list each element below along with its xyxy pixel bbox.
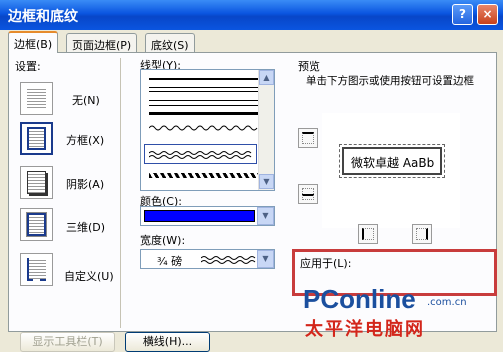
preview-hint: 单击下方图示或使用按钮可设置边框 bbox=[306, 75, 474, 87]
line-style-option[interactable] bbox=[149, 100, 259, 106]
setting-none-label: 无(N) bbox=[72, 94, 100, 107]
window-title: 边框和底纹 bbox=[8, 9, 78, 25]
line-style-scrollbar[interactable]: ▲ ▼ bbox=[258, 70, 274, 190]
preview-area[interactable]: 微软卓越 AaBb bbox=[322, 113, 460, 228]
title-bar: 边框和底纹 ? × bbox=[0, 0, 503, 30]
custom-icon bbox=[27, 258, 46, 281]
line-style-option[interactable] bbox=[149, 124, 259, 132]
tab-label: 底纹(S) bbox=[151, 39, 189, 52]
line-style-option-selected[interactable] bbox=[144, 144, 257, 164]
inner-horizontal-border-button[interactable] bbox=[298, 184, 318, 204]
close-button[interactable]: × bbox=[477, 4, 498, 25]
double-wavy-line bbox=[149, 151, 252, 159]
tab-shading[interactable]: 底纹(S) bbox=[145, 33, 195, 53]
preview-sample-text: 微软卓越 AaBb bbox=[351, 156, 435, 170]
logo-chinese: 太平洋电脑网 bbox=[305, 319, 425, 340]
pconline-logo: PConline .com.cn 太平洋电脑网 bbox=[303, 284, 488, 342]
top-border-button[interactable] bbox=[298, 128, 318, 148]
settings-heading: 设置: bbox=[15, 60, 41, 73]
chevron-down-icon[interactable]: ▼ bbox=[257, 250, 274, 268]
preview-frame: 微软卓越 AaBb bbox=[339, 144, 445, 178]
setting-shadow-label: 阴影(A) bbox=[66, 178, 105, 191]
preview-heading: 预览 bbox=[298, 60, 320, 73]
logo-domain: .com.cn bbox=[427, 297, 467, 308]
setting-custom-button[interactable] bbox=[20, 253, 53, 286]
line-style-option[interactable] bbox=[149, 112, 259, 115]
scroll-up-arrow-icon[interactable]: ▲ bbox=[259, 70, 274, 85]
setting-shadow-button[interactable] bbox=[20, 166, 53, 199]
scroll-down-arrow-icon[interactable]: ▼ bbox=[259, 174, 274, 189]
width-select[interactable]: ¾ 磅 ▼ bbox=[140, 249, 275, 269]
help-button[interactable]: ? bbox=[452, 4, 473, 25]
setting-box-button[interactable] bbox=[20, 122, 53, 155]
apply-to-label: 应用于(L): bbox=[300, 257, 352, 270]
tab-borders[interactable]: 边框(B) bbox=[8, 31, 59, 53]
line-style-option[interactable] bbox=[149, 173, 259, 178]
left-border-button[interactable] bbox=[358, 224, 378, 244]
none-icon bbox=[27, 87, 46, 110]
top-border-icon bbox=[302, 132, 314, 144]
tab-label: 边框(B) bbox=[14, 38, 53, 51]
color-select[interactable]: ▼ bbox=[140, 206, 275, 226]
line-style-option[interactable] bbox=[149, 87, 259, 92]
chevron-down-icon[interactable]: ▼ bbox=[257, 207, 274, 225]
line-style-option[interactable] bbox=[149, 78, 259, 80]
setting-custom-label: 自定义(U) bbox=[64, 270, 114, 283]
setting-3d-label: 三维(D) bbox=[66, 221, 106, 234]
box-icon bbox=[27, 127, 46, 150]
tab-label: 页面边框(P) bbox=[72, 39, 132, 52]
3d-icon bbox=[26, 212, 47, 237]
horizontal-line-button[interactable]: 横线(H)... bbox=[125, 332, 210, 352]
show-toolbar-button[interactable]: 显示工具栏(T) bbox=[20, 332, 115, 352]
width-value: ¾ 磅 bbox=[157, 255, 183, 268]
shadow-icon bbox=[27, 171, 46, 194]
tab-page-border[interactable]: 页面边框(P) bbox=[66, 33, 138, 53]
logo-brand: PConline bbox=[303, 284, 416, 314]
wavy-line-sample bbox=[201, 256, 256, 264]
left-border-icon bbox=[362, 228, 374, 240]
width-label: 宽度(W): bbox=[140, 234, 186, 247]
color-swatch bbox=[144, 210, 255, 222]
right-border-icon bbox=[416, 228, 428, 240]
setting-box-label: 方框(X) bbox=[66, 134, 105, 147]
line-style-list[interactable]: ▲ ▼ bbox=[140, 69, 275, 191]
setting-none-button[interactable] bbox=[20, 82, 53, 115]
column-divider bbox=[120, 58, 121, 328]
inner-horizontal-border-icon bbox=[302, 188, 314, 200]
setting-3d-button[interactable] bbox=[20, 208, 53, 241]
right-border-button[interactable] bbox=[412, 224, 432, 244]
